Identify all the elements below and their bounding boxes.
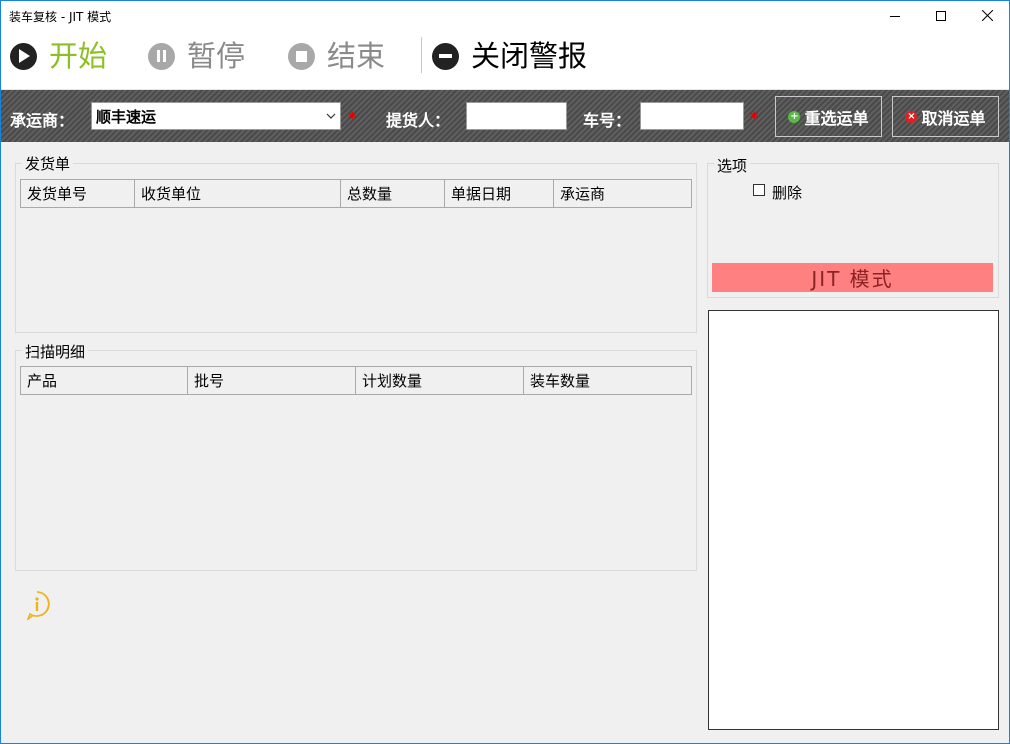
chevron-down-icon [326, 113, 336, 119]
column-header[interactable]: 产品 [21, 367, 188, 394]
carrier-selected-value: 顺丰速运 [96, 107, 157, 126]
window-title: 装车复核 - JIT 模式 [9, 10, 112, 24]
stop-button[interactable]: 结束 [288, 31, 385, 81]
plus-circle-icon: + [788, 110, 801, 123]
pause-button[interactable]: 暂停 [148, 31, 245, 81]
column-header[interactable]: 单据日期 [445, 180, 554, 207]
close-button[interactable] [964, 0, 1010, 31]
column-header[interactable]: 总数量 [341, 180, 445, 207]
scan-detail-grid-header: 产品 批号 计划数量 装车数量 [20, 366, 692, 395]
mode-banner: JIT 模式 [712, 263, 993, 292]
column-header[interactable]: 批号 [188, 367, 356, 394]
scan-detail-title: 扫描明细 [22, 341, 89, 362]
output-panel[interactable] [708, 310, 999, 730]
column-header[interactable]: 承运商 [554, 180, 691, 207]
close-alarm-label: 关闭警报 [471, 38, 588, 73]
vehicle-required-mark: * [750, 108, 759, 127]
pause-icon [148, 42, 175, 70]
column-header[interactable]: 收货单位 [135, 180, 341, 207]
cancel-waybill-button[interactable]: × 取消运单 [892, 96, 999, 137]
shipping-order-title: 发货单 [22, 153, 74, 174]
maximize-button[interactable] [918, 0, 964, 31]
stop-label: 结束 [327, 38, 386, 73]
close-alarm-button[interactable]: 关闭警报 [432, 31, 587, 81]
delete-checkbox-label[interactable]: 删除 [772, 182, 802, 203]
minimize-icon [890, 15, 900, 17]
picker-label: 提货人： [386, 111, 451, 130]
start-button[interactable]: 开始 [10, 31, 107, 81]
carrier-label: 承运商： [10, 111, 75, 130]
minimize-button[interactable] [872, 0, 918, 31]
vehicle-label: 车号： [583, 111, 632, 130]
picker-input[interactable] [466, 102, 567, 130]
maximize-icon [936, 10, 946, 21]
column-header[interactable]: 发货单号 [21, 180, 135, 207]
column-header[interactable]: 装车数量 [524, 367, 691, 394]
toolbar-separator [421, 37, 422, 73]
options-title: 选项 [714, 155, 751, 176]
carrier-required-mark: * [348, 108, 357, 127]
vehicle-input[interactable] [640, 102, 744, 130]
shipping-order-grid-header: 发货单号 收货单位 总数量 单据日期 承运商 [20, 179, 692, 208]
start-label: 开始 [49, 38, 108, 73]
title-bar: 装车复核 - JIT 模式 [0, 0, 1010, 31]
carrier-select[interactable]: 顺丰速运 [91, 102, 341, 130]
pause-label: 暂停 [187, 38, 246, 73]
column-header[interactable]: 计划数量 [356, 367, 524, 394]
close-icon [981, 10, 993, 21]
play-icon [10, 42, 37, 70]
x-circle-icon: × [905, 110, 918, 123]
reselect-waybill-label: 重选运单 [804, 108, 869, 128]
stop-icon [288, 42, 315, 70]
minus-circle-icon [432, 42, 459, 70]
cancel-waybill-label: 取消运单 [921, 108, 986, 128]
delete-checkbox[interactable] [753, 184, 765, 196]
reselect-waybill-button[interactable]: + 重选运单 [775, 96, 882, 137]
info-bubble-icon[interactable] [22, 590, 52, 620]
